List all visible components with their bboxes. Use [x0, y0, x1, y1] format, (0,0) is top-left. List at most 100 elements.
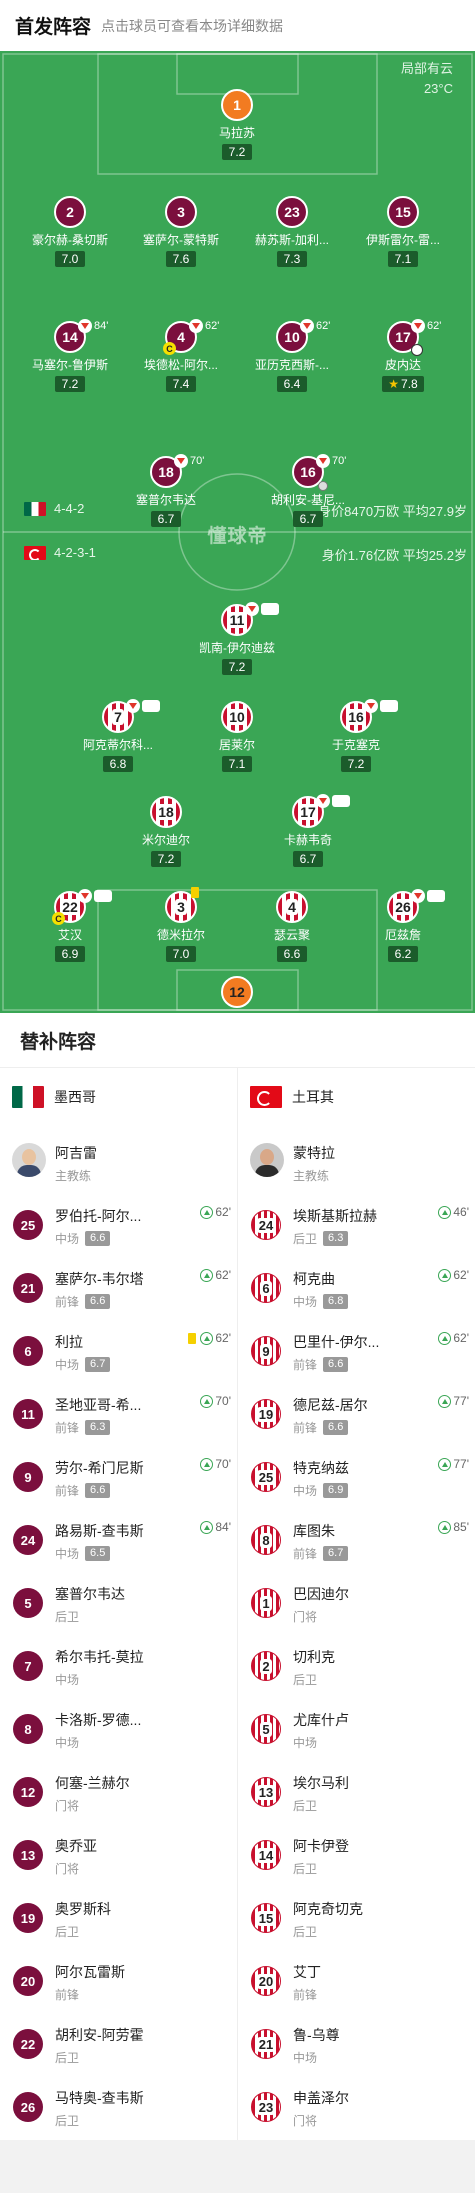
home-player[interactable]: 15 伊斯雷尔-雷... 7.1 — [343, 196, 463, 268]
player-rating: 7.0 — [166, 946, 196, 962]
home-player[interactable]: 3 塞萨尔-蒙特斯 7.6 — [121, 196, 241, 268]
sub-minute: 77' — [94, 890, 113, 902]
home-player[interactable]: 23 赫苏斯-加利... 7.3 — [232, 196, 352, 268]
jersey-number: 13 — [13, 1840, 43, 1870]
player-name: 埃德松-阿尔... — [144, 358, 218, 372]
jersey-number: 13 — [251, 1777, 281, 1807]
turkey-flag-icon — [250, 1086, 282, 1108]
rating-value: 7.8 — [401, 377, 418, 391]
away-sub-row[interactable]: 1 巴因迪尔 门将 — [238, 1571, 475, 1634]
sub-name: 库图朱 — [293, 1523, 335, 1539]
away-sub-row[interactable]: 23 申盖泽尔 门将 — [238, 2075, 475, 2138]
player-name: 德米拉尔 — [156, 928, 205, 942]
home-sub-row[interactable]: 5 塞普尔韦达 后卫 — [0, 1571, 237, 1634]
home-coach-row[interactable]: 阿吉雷 主教练 — [0, 1130, 237, 1193]
jersey-number: 1 — [233, 97, 241, 113]
away-sub-row[interactable]: 19 德尼兹-居尔 前锋 6.6 77' — [238, 1382, 475, 1445]
home-player[interactable]: 17 62' 皮内达 ★ 7.8 — [343, 319, 463, 393]
weather-desc: 局部有云 — [400, 61, 453, 76]
player-name: 卡赫韦奇 — [283, 833, 332, 847]
sub-on-icon — [438, 1394, 452, 1408]
away-player[interactable]: 3 德米拉尔 7.0 — [121, 887, 241, 963]
sub-position: 后卫 — [293, 1673, 318, 1687]
away-player[interactable]: 4 瑟云聚 6.6 — [232, 891, 352, 963]
sub-off-badge: 85' — [245, 602, 280, 616]
away-sub-row[interactable]: 20 艾丁 前锋 — [238, 1949, 475, 2012]
player-rating: 6.6 — [277, 946, 307, 962]
sub-position: 前锋 6.6 — [293, 1419, 349, 1436]
player-name: 塞普尔韦达 — [135, 493, 196, 507]
away-sub-row[interactable]: 5 尤库什卢 中场 — [238, 1697, 475, 1760]
away-player[interactable]: 26 46' 厄兹詹 6.2 — [343, 889, 463, 963]
away-player[interactable]: 17 62' 卡赫韦奇 6.7 — [248, 794, 368, 868]
player-name: 阿克蒂尔科... — [82, 738, 153, 752]
home-sub-row[interactable]: 19 奥罗斯科 后卫 — [0, 1886, 237, 1949]
home-player[interactable]: 10 62' 亚历克西斯-... 6.4 — [232, 319, 352, 393]
away-player[interactable]: 12贝尔康-厄泽尔6.8 — [177, 976, 297, 1013]
away-player[interactable]: 16 62' 于克塞克 7.2 — [296, 699, 416, 773]
sub-on-icon — [200, 1457, 214, 1471]
away-sub-row[interactable]: 2 切利克 后卫 — [238, 1634, 475, 1697]
sub-position: 中场 6.8 — [293, 1293, 349, 1310]
jersey-number: 3 — [175, 899, 187, 915]
jersey-number: 18 — [156, 804, 176, 820]
away-sub-row[interactable]: 25 特克纳兹 中场 6.9 77' — [238, 1445, 475, 1508]
away-player[interactable]: 7 77' 阿克蒂尔科... 6.8 — [58, 699, 178, 773]
home-sub-row[interactable]: 21 塞萨尔-韦尔塔 前锋 6.6 62' — [0, 1256, 237, 1319]
player-name: 居莱尔 — [218, 738, 255, 752]
pitch: 局部有云 23°C 懂球帝 4-4-2 身价8470万欧 平均27.9岁 4-2… — [0, 51, 475, 1013]
away-sub-row[interactable]: 6 柯克曲 中场 6.8 62' — [238, 1256, 475, 1319]
away-sub-row[interactable]: 13 埃尔马利 后卫 — [238, 1760, 475, 1823]
home-sub-row[interactable]: 12 何塞-兰赫尔 门将 — [0, 1760, 237, 1823]
sub-off-icon — [78, 319, 92, 333]
sub-position: 中场 — [293, 1736, 318, 1750]
home-sub-row[interactable]: 25 罗伯托-阿尔... 中场 6.6 62' — [0, 1193, 237, 1256]
jersey-number: 11 — [227, 612, 247, 628]
home-player[interactable]: 16 70' 胡利安-基尼... 6.7 — [248, 454, 368, 528]
away-player[interactable]: 10 居莱尔 7.1 — [177, 701, 297, 773]
jersey-number: 1 — [251, 1588, 281, 1618]
home-sub-row[interactable]: 9 劳尔-希门尼斯 前锋 6.6 70' — [0, 1445, 237, 1508]
jersey-number: 14 — [251, 1840, 281, 1870]
away-sub-row[interactable]: 8 库图朱 前锋 6.7 85' — [238, 1508, 475, 1571]
home-player[interactable]: 18 70' 塞普尔韦达 6.7 — [106, 454, 226, 528]
player-rating: 7.1 — [222, 756, 252, 772]
jersey-number: 5 — [251, 1714, 281, 1744]
away-sub-row[interactable]: 21 鲁-乌尊 中场 — [238, 2012, 475, 2075]
jersey-number: 10 — [227, 709, 247, 725]
home-player[interactable]: 2 豪尔赫-桑切斯 7.0 — [10, 196, 130, 268]
home-sub-row[interactable]: 11 圣地亚哥-希... 前锋 6.3 70' — [0, 1382, 237, 1445]
sub-minute: 62' — [316, 320, 331, 332]
home-sub-row[interactable]: 26 马特奥-查韦斯 后卫 — [0, 2075, 237, 2138]
home-sub-row[interactable]: 13 奥乔亚 门将 — [0, 1823, 237, 1886]
sub-on-icon — [200, 1331, 214, 1345]
home-player[interactable]: 1 马拉苏 7.2 — [177, 89, 297, 161]
home-sub-row[interactable]: 22 胡利安-阿劳霍 后卫 — [0, 2012, 237, 2075]
away-player[interactable]: 22 77' C 艾汉 6.9 — [10, 889, 130, 963]
jersey-number: 15 — [395, 204, 411, 220]
player-name: 塞萨尔-蒙特斯 — [143, 233, 219, 247]
away-player[interactable]: 11 85' 凯南-伊尔迪兹 7.2 — [177, 602, 297, 676]
player-rating: ★ 7.8 — [382, 376, 424, 392]
away-player[interactable]: 18 米尔迪尔 7.2 — [106, 796, 226, 868]
sub-on-icon — [438, 1205, 452, 1219]
home-sub-row[interactable]: 20 阿尔瓦雷斯 前锋 — [0, 1949, 237, 2012]
home-sub-row[interactable]: 6 利拉 中场 6.7 62' — [0, 1319, 237, 1382]
away-sub-row[interactable]: 9 巴里什-伊尔... 前锋 6.6 62' — [238, 1319, 475, 1382]
coach-role: 主教练 — [293, 1169, 330, 1183]
home-sub-row[interactable]: 24 路易斯-查韦斯 中场 6.5 84' — [0, 1508, 237, 1571]
home-player[interactable]: 14 84' 马塞尔-鲁伊斯 7.2 — [10, 319, 130, 393]
sub-name: 特克纳兹 — [293, 1460, 349, 1476]
player-number: 16 62' — [340, 699, 399, 733]
home-team-name: 墨西哥 — [54, 1089, 96, 1105]
sub-position: 门将 — [55, 1799, 80, 1813]
away-sub-row[interactable]: 14 阿卡伊登 后卫 — [238, 1823, 475, 1886]
away-team-info: 4-2-3-1 身价1.76亿欧 平均25.2岁 — [0, 543, 475, 565]
home-player[interactable]: 4 62' C 埃德松-阿尔... 7.4 — [121, 319, 241, 393]
away-coach-row[interactable]: 蒙特拉 主教练 — [238, 1130, 475, 1193]
home-sub-row[interactable]: 8 卡洛斯-罗德... 中场 — [0, 1697, 237, 1760]
home-sub-row[interactable]: 7 希尔韦托-莫拉 中场 — [0, 1634, 237, 1697]
away-sub-row[interactable]: 15 阿克奇切克 后卫 — [238, 1886, 475, 1949]
away-sub-row[interactable]: 24 埃斯基斯拉赫 后卫 6.3 46' — [238, 1193, 475, 1256]
away-formation: 4-2-3-1 — [54, 545, 96, 560]
